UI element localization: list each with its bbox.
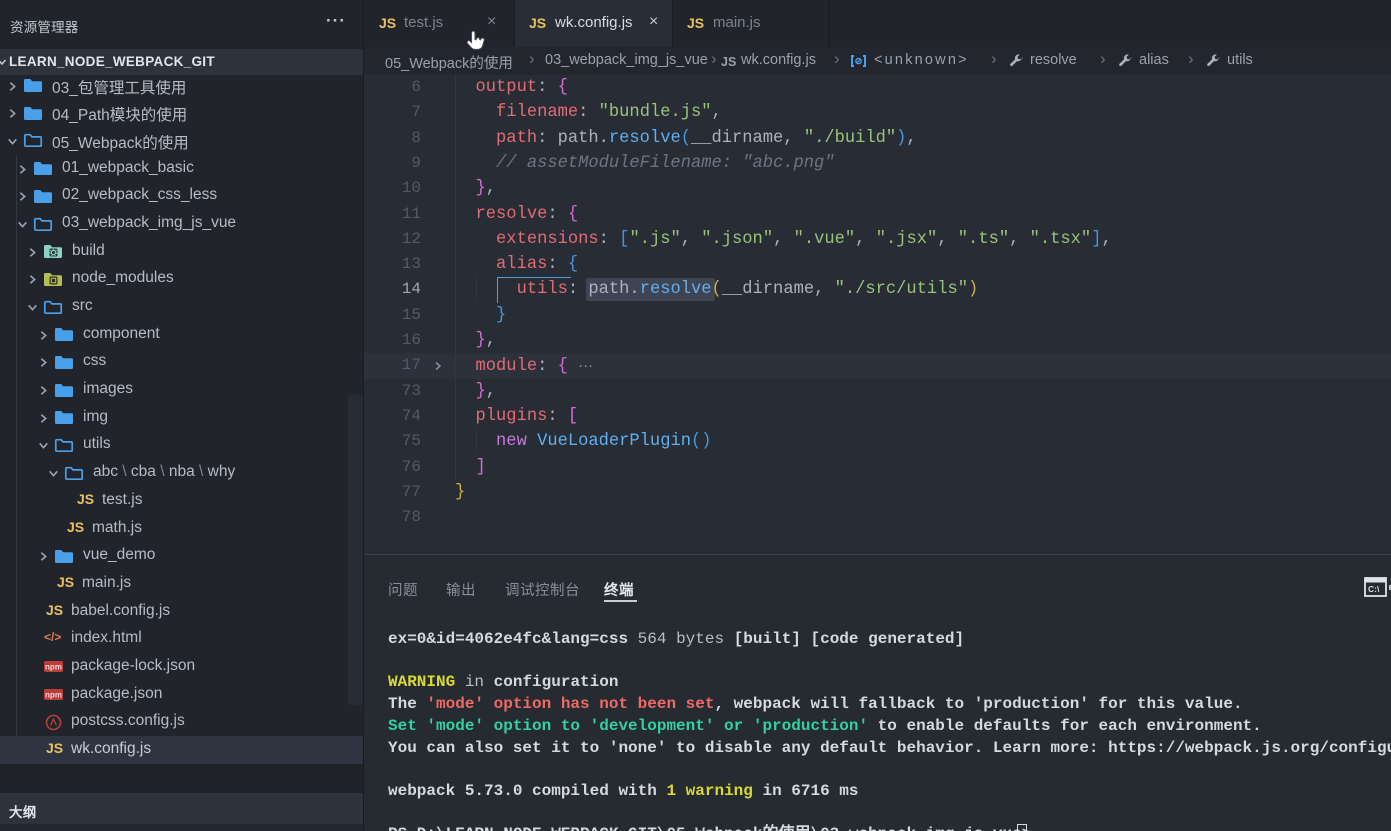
svg-text:npm: npm [45, 663, 62, 672]
svg-text:npm: npm [45, 691, 62, 700]
svg-text:C:\: C:\ [1368, 584, 1380, 594]
